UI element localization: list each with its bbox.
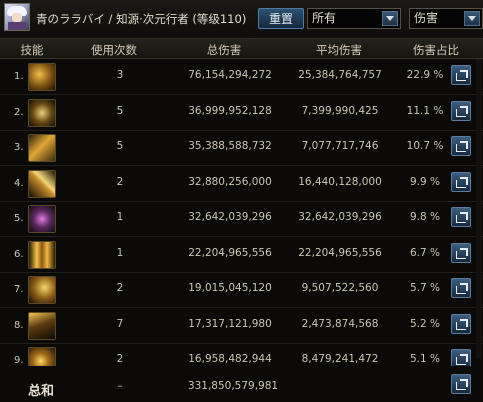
total-damage: 331,850,579,981 (187, 380, 279, 392)
uses-cell: 1 (116, 211, 124, 223)
share-icon[interactable] (451, 171, 471, 192)
reset-button[interactable]: 重置 (258, 8, 304, 29)
table-row: 7. 2 19,015,045,120 9,507,522,560 5.7 % (0, 272, 483, 309)
table-row: 6. 1 22,204,965,556 22,204,965,556 6.7 % (0, 237, 483, 274)
share-icon[interactable] (451, 313, 471, 334)
share-icon[interactable] (451, 136, 471, 156)
row-index: 8. (14, 319, 24, 331)
column-header-uses[interactable]: 使用次数 (64, 42, 164, 58)
column-header-total[interactable]: 总伤害 (172, 42, 276, 58)
skill-2-icon (28, 98, 56, 127)
share-icon[interactable] (451, 100, 471, 121)
total-damage-cell: 22,204,965,556 (188, 246, 272, 259)
row-index: 6. (14, 248, 24, 260)
total-label: 总和 (28, 384, 55, 399)
total-damage-cell: 19,015,045,120 (188, 282, 272, 294)
percent-cell: 9.8 % (409, 211, 440, 223)
metric-select-value: 伤害 (414, 11, 439, 25)
uses-cell: 1 (116, 246, 124, 259)
skill-4-icon (28, 169, 56, 198)
uses-cell: 2 (116, 353, 124, 365)
character-name: 青のララバイ / 知源·次元行者 (等级110) (36, 12, 247, 26)
column-header-average[interactable]: 平均伤害 (282, 42, 396, 58)
average-damage-cell: 16,440,128,000 (298, 175, 382, 188)
column-header-skill[interactable]: 技能 (10, 42, 54, 58)
table-row: 1. 3 76,154,294,272 25,384,764,757 22.9 % (0, 59, 483, 96)
share-icon[interactable] (451, 374, 471, 394)
share-icon[interactable] (451, 207, 471, 227)
percent-cell: 5.2 % (409, 317, 440, 330)
total-uses: – (117, 380, 123, 392)
table-row: 8. 7 17,317,121,980 2,473,874,568 5.2 % (0, 308, 483, 345)
skill-7-icon (28, 276, 56, 304)
percent-cell: 9.9 % (409, 175, 440, 188)
share-icon[interactable] (451, 65, 471, 85)
average-damage-cell: 8,479,241,472 (301, 353, 379, 365)
total-damage-cell: 76,154,294,272 (188, 69, 272, 81)
column-header-percent[interactable]: 伤害占比 (398, 42, 474, 58)
row-index: 5. (14, 213, 24, 224)
chevron-down-icon[interactable] (382, 11, 398, 26)
table-row: 3. 5 35,388,588,732 7,077,717,746 10.7 % (0, 130, 483, 167)
row-index: 7. (14, 284, 24, 295)
metric-select[interactable]: 伤害 (409, 8, 483, 29)
share-icon[interactable] (451, 278, 471, 298)
table-row: 2. 5 36,999,952,128 7,399,990,425 11.1 % (0, 95, 483, 132)
filter-select-value: 所有 (312, 11, 337, 25)
chevron-down-icon[interactable] (464, 11, 480, 26)
average-damage-cell: 22,204,965,556 (298, 246, 382, 259)
uses-cell: 2 (116, 282, 124, 294)
total-damage-cell: 17,317,121,980 (188, 317, 272, 330)
percent-cell: 22.9 % (406, 69, 444, 81)
percent-cell: 10.7 % (406, 140, 444, 152)
average-damage-cell: 9,507,522,560 (301, 282, 379, 294)
total-row: 总和 – 331,850,579,981 (0, 366, 483, 402)
uses-cell: 3 (116, 69, 124, 81)
skill-5-icon (28, 205, 56, 233)
row-index: 1. (14, 71, 24, 82)
average-damage-cell: 25,384,764,757 (298, 69, 382, 81)
average-damage-cell: 32,642,039,296 (298, 211, 382, 223)
skill-1-icon (28, 63, 56, 91)
total-damage-cell: 35,388,588,732 (188, 140, 272, 152)
average-damage-cell: 2,473,874,568 (301, 317, 379, 330)
table-row: 5. 1 32,642,039,296 32,642,039,296 9.8 % (0, 201, 483, 238)
total-damage-cell: 32,880,256,000 (188, 175, 272, 188)
percent-cell: 5.1 % (409, 353, 440, 365)
filter-select[interactable]: 所有 (307, 8, 401, 29)
row-index: 9. (14, 355, 24, 366)
average-damage-cell: 7,077,717,746 (301, 140, 379, 152)
percent-cell: 5.7 % (409, 282, 440, 294)
table-header: 技能 使用次数 总伤害 平均伤害 伤害占比 (0, 39, 483, 59)
uses-cell: 5 (116, 104, 124, 117)
skill-3-icon (28, 134, 56, 162)
skill-8-icon (28, 311, 56, 340)
skill-6-icon (28, 240, 56, 269)
uses-cell: 7 (116, 317, 124, 330)
total-damage-cell: 16,958,482,944 (188, 353, 272, 365)
row-index: 3. (14, 142, 24, 153)
row-index: 4. (14, 177, 24, 189)
uses-cell: 5 (116, 140, 124, 152)
share-icon[interactable] (451, 242, 471, 263)
table-row: 4. 2 32,880,256,000 16,440,128,000 9.9 % (0, 166, 483, 203)
title-bar: 青のララバイ / 知源·次元行者 (等级110) 重置 所有 伤害 (0, 0, 483, 39)
uses-cell: 2 (116, 175, 124, 188)
percent-cell: 11.1 % (406, 104, 444, 117)
total-damage-cell: 32,642,039,296 (188, 211, 272, 223)
percent-cell: 6.7 % (409, 246, 440, 259)
total-damage-cell: 36,999,952,128 (188, 104, 272, 117)
scrollbar[interactable] (476, 59, 482, 359)
character-avatar (4, 3, 30, 31)
row-index: 2. (14, 106, 24, 118)
average-damage-cell: 7,399,990,425 (301, 104, 379, 117)
